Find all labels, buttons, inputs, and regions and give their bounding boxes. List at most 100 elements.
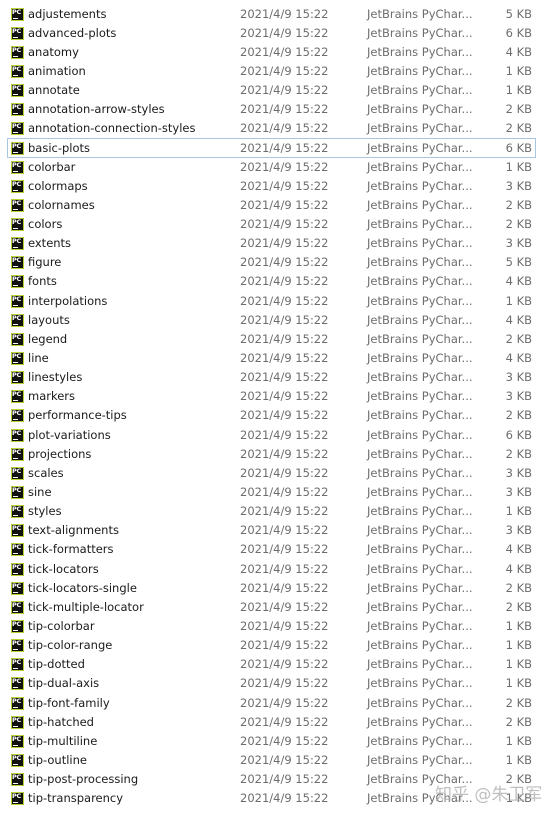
file-row[interactable]: PC adjustements 2021/4/9 15:22 JetBrains Py… [0, 5, 550, 24]
file-row[interactable]: PC tip-outline 2021/4/9 15:22 JetBrains PyC… [0, 751, 550, 770]
pycharm-file-icon: PC [11, 543, 24, 557]
pycharm-file-icon: PC [11, 696, 24, 710]
file-row[interactable]: PC annotate 2021/4/9 15:22 JetBrains PyChar… [0, 81, 550, 100]
file-name: advanced-plots [28, 25, 117, 40]
file-size: 3 KB [505, 236, 532, 251]
file-row[interactable]: PC annotation-connection-styles 2021/4/9 1… [0, 119, 550, 138]
pycharm-file-icon: PC [11, 581, 24, 595]
file-row[interactable]: PC linestyles 2021/4/9 15:22 JetBrains PyCh… [0, 368, 550, 387]
file-row[interactable]: PC sine 2021/4/9 15:22 JetBrains PyChar... 3… [0, 483, 550, 502]
file-row[interactable]: PC animation 2021/4/9 15:22 JetBrains PyCha… [0, 62, 550, 81]
file-row[interactable]: PC tip-hatched 2021/4/9 15:22 JetBrains PyC… [0, 713, 550, 732]
file-type: JetBrains PyChar... [367, 331, 473, 346]
file-row[interactable]: PC tip-font-family 2021/4/9 15:22 JetBrains… [0, 694, 550, 713]
file-row[interactable]: PC colornames 2021/4/9 15:22 JetBrains PyCh… [0, 196, 550, 215]
file-row[interactable]: PC interpolations 2021/4/9 15:22 JetBrains … [0, 292, 550, 311]
file-size: 3 KB [505, 370, 532, 385]
file-row[interactable]: PC tick-multiple-locator 2021/4/9 15:22 Jet… [0, 598, 550, 617]
file-name: markers [28, 389, 76, 404]
file-type: JetBrains PyChar... [367, 427, 473, 442]
file-name: annotation-connection-styles [28, 121, 196, 136]
file-name: legend [28, 331, 68, 346]
file-name: tip-colorbar [28, 619, 95, 633]
file-size: 3 KB [505, 485, 532, 500]
file-row[interactable]: PC tip-color-range 2021/4/9 15:22 JetBrains… [0, 636, 550, 655]
file-type: JetBrains PyChar... [367, 446, 473, 461]
icon-label: PC [12, 447, 21, 456]
file-row[interactable]: PC projections 2021/4/9 15:22 JetBrains PyC… [0, 445, 550, 464]
file-type: JetBrains PyChar... [367, 255, 473, 270]
file-date-modified: 2021/4/9 15:22 [240, 523, 329, 538]
file-row[interactable]: PC anatomy 2021/4/9 15:22 JetBrains PyChar.… [0, 43, 550, 62]
pycharm-file-icon: PC [11, 122, 24, 136]
file-name: plot-variations [28, 427, 111, 442]
icon-label: PC [12, 773, 21, 782]
icon-label: PC [12, 218, 21, 227]
file-row[interactable]: PC performance-tips 2021/4/9 15:22 JetBrain… [0, 406, 550, 425]
pycharm-file-icon: PC [11, 142, 24, 156]
file-type: JetBrains PyChar... [367, 580, 473, 595]
file-row[interactable]: PC advanced-plots 2021/4/9 15:22 JetBrains … [0, 24, 550, 43]
file-row[interactable]: PC tick-formatters 2021/4/9 15:22 JetBrains… [0, 540, 550, 559]
pycharm-file-icon: PC [11, 237, 24, 251]
file-row[interactable]: PC styles 2021/4/9 15:22 JetBrains PyChar..… [0, 502, 550, 521]
file-row[interactable]: PC tick-locators-single 2021/4/9 15:22 JetB… [0, 579, 550, 598]
file-date-modified: 2021/4/9 15:22 [240, 6, 329, 21]
file-row[interactable]: PC annotation-arrow-styles 2021/4/9 15:22 J… [0, 100, 550, 119]
file-row[interactable]: PC colorbar 2021/4/9 15:22 JetBrains PyChar… [0, 158, 550, 177]
file-date-modified: 2021/4/9 15:22 [240, 389, 329, 404]
file-size: 2 KB [505, 695, 532, 710]
file-name: tick-formatters [28, 542, 114, 557]
file-size: 2 KB [505, 331, 532, 346]
file-row[interactable]: PC colormaps 2021/4/9 15:22 JetBrains PyCha… [0, 177, 550, 196]
file-date-modified: 2021/4/9 15:22 [240, 63, 329, 78]
pycharm-file-icon: PC [11, 734, 24, 748]
file-row[interactable]: PC colors 2021/4/9 15:22 JetBrains PyChar..… [0, 215, 550, 234]
pycharm-file-icon: PC [11, 103, 24, 117]
file-row[interactable]: PC extents 2021/4/9 15:22 JetBrains PyChar.… [0, 234, 550, 253]
file-size: 1 KB [505, 63, 532, 78]
icon-label: PC [12, 179, 21, 188]
file-date-modified: 2021/4/9 15:22 [240, 236, 329, 251]
file-row[interactable]: PC figure 2021/4/9 15:22 JetBrains PyChar..… [0, 253, 550, 272]
file-row[interactable]: PC tip-multiline 2021/4/9 15:22 JetBrains P… [0, 732, 550, 751]
file-name: tick-locators [28, 561, 99, 576]
file-name: interpolations [28, 293, 108, 308]
file-size: 1 KB [505, 83, 532, 98]
file-date-modified: 2021/4/9 15:22 [240, 676, 329, 691]
file-row[interactable]: PC tip-dotted 2021/4/9 15:22 JetBrains PyCh… [0, 655, 550, 674]
pycharm-file-icon: PC [11, 7, 24, 21]
file-row[interactable]: PC scales 2021/4/9 15:22 JetBrains PyChar..… [0, 464, 550, 483]
file-row[interactable]: PC tip-dual-axis 2021/4/9 15:22 JetBrains P… [0, 674, 550, 693]
file-size: 4 KB [505, 561, 532, 576]
file-row[interactable]: PC layouts 2021/4/9 15:22 JetBrains PyChar.… [0, 311, 550, 330]
file-row[interactable]: PC line 2021/4/9 15:22 JetBrains PyChar... 4… [0, 349, 550, 368]
file-type: JetBrains PyChar... [367, 351, 473, 366]
file-date-modified: 2021/4/9 15:22 [240, 733, 329, 748]
file-name: tip-dotted [28, 657, 85, 672]
icon-label: PC [12, 696, 21, 705]
file-row[interactable]: PC legend 2021/4/9 15:22 JetBrains PyChar..… [0, 330, 550, 349]
icon-label: PC [12, 792, 21, 801]
icon-label: PC [12, 581, 21, 590]
file-name: scales [28, 465, 64, 480]
icon-label: PC [12, 64, 21, 73]
file-date-modified: 2021/4/9 15:22 [240, 695, 329, 710]
pycharm-file-icon: PC [11, 84, 24, 98]
file-row[interactable]: PC text-alignments 2021/4/9 15:22 JetBrains… [0, 521, 550, 540]
file-name: line [28, 351, 49, 366]
icon-label: PC [12, 543, 21, 552]
file-row[interactable]: PC basic-plots 2021/4/9 15:22 JetBrains PyC… [7, 138, 536, 158]
file-size: 2 KB [505, 102, 532, 117]
pycharm-file-icon: PC [11, 620, 24, 633]
file-row[interactable]: PC tip-colorbar 2021/4/9 15:22 JetBrains Py… [0, 617, 550, 636]
file-type: JetBrains PyChar... [367, 619, 473, 633]
icon-label: PC [12, 45, 21, 54]
file-row[interactable]: PC plot-variations 2021/4/9 15:22 JetBrains… [0, 426, 550, 445]
file-row[interactable]: PC tick-locators 2021/4/9 15:22 JetBrains P… [0, 560, 550, 579]
pycharm-file-icon: PC [11, 753, 24, 767]
file-row[interactable]: PC markers 2021/4/9 15:22 JetBrains PyChar.… [0, 387, 550, 406]
file-date-modified: 2021/4/9 15:22 [240, 561, 329, 576]
file-row[interactable]: PC fonts 2021/4/9 15:22 JetBrains PyChar...… [0, 272, 550, 291]
file-date-modified: 2021/4/9 15:22 [240, 580, 329, 595]
